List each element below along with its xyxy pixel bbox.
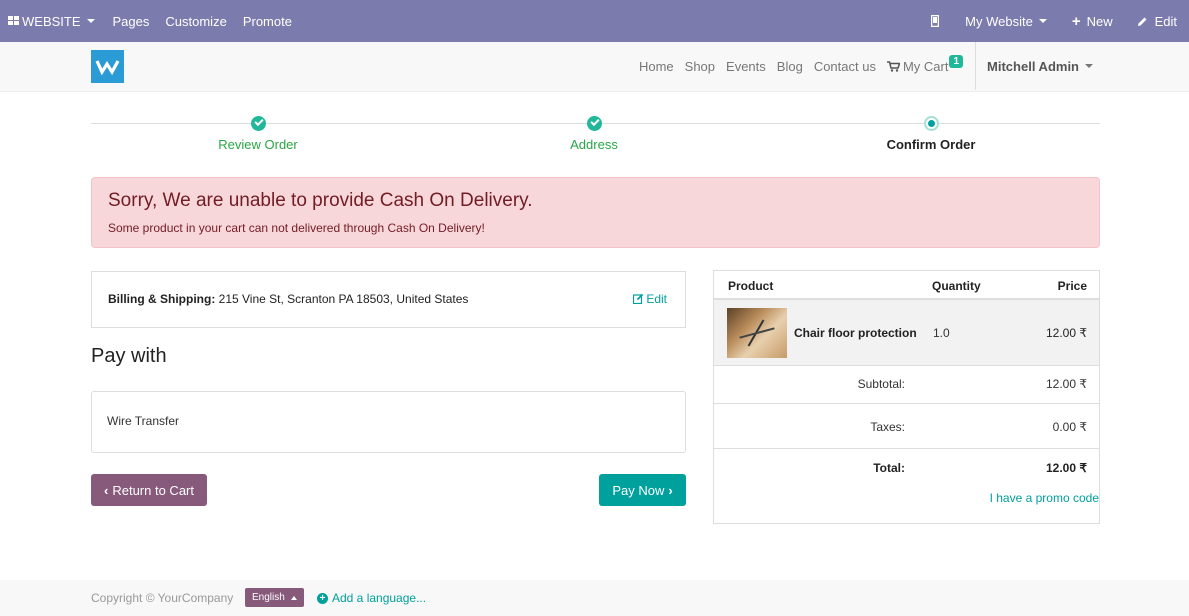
nav-contact[interactable]: Contact us xyxy=(814,59,876,74)
cart-count-badge: 1 xyxy=(949,54,964,68)
main-nav: Home Shop Events Blog Contact us My Cart… xyxy=(639,42,1093,90)
website-label: My Website xyxy=(965,13,1033,29)
checkout-progress: Review Order Address Confirm Order xyxy=(91,112,1100,162)
cart-icon xyxy=(886,60,900,72)
check-circle-icon xyxy=(586,116,602,131)
apps-menu-button[interactable]: WEBSITE xyxy=(8,0,95,42)
pay-now-button[interactable]: Pay Now › xyxy=(599,474,686,506)
apps-grid-icon xyxy=(8,16,19,25)
step-label: Confirm Order xyxy=(886,137,976,152)
chevron-down-icon xyxy=(86,19,95,23)
pay-with-heading: Pay with xyxy=(91,345,167,367)
footer: Copyright © YourCompany English + Add a … xyxy=(0,580,1189,616)
chevron-left-icon: ‹ xyxy=(104,482,109,498)
new-button[interactable]: + New xyxy=(1072,0,1113,42)
nav-shop[interactable]: Shop xyxy=(685,59,715,74)
product-name: Chair floor protection xyxy=(794,326,917,340)
logo-icon xyxy=(95,60,120,76)
divider xyxy=(714,403,1099,404)
taxes-label: Taxes: xyxy=(870,420,905,434)
app-label: WEBSITE xyxy=(22,13,81,29)
nav-home[interactable]: Home xyxy=(639,59,674,74)
payment-option-label: Wire Transfer xyxy=(107,414,180,428)
subtotal-value: 12.00 ₹ xyxy=(1046,377,1087,391)
product-image xyxy=(727,308,787,358)
edit-button[interactable]: Edit xyxy=(1137,0,1177,42)
col-product: Product xyxy=(728,279,774,293)
order-summary: Product Quantity Price Chair floor prote… xyxy=(713,270,1100,524)
nav-events[interactable]: Events xyxy=(726,59,766,74)
mobile-icon xyxy=(931,15,940,27)
mobile-preview-button[interactable] xyxy=(931,0,940,42)
site-header: Home Shop Events Blog Contact us My Cart… xyxy=(0,42,1189,92)
return-to-cart-button[interactable]: ‹ Return to Cart xyxy=(91,474,207,506)
language-label: English xyxy=(252,592,285,603)
chevron-up-icon xyxy=(290,595,297,600)
subtotal-label: Subtotal: xyxy=(857,377,905,391)
site-logo[interactable] xyxy=(91,50,124,83)
nav-blog[interactable]: Blog xyxy=(777,59,803,74)
website-switcher[interactable]: My Website xyxy=(965,0,1047,42)
step-review-order[interactable]: Review Order xyxy=(158,112,358,152)
check-circle-icon xyxy=(250,116,266,131)
new-label: New xyxy=(1086,13,1113,29)
language-selector[interactable]: English xyxy=(245,588,304,607)
total-label: Total: xyxy=(873,461,905,475)
add-language-label: Add a language... xyxy=(332,591,427,605)
user-menu[interactable]: Mitchell Admin xyxy=(975,42,1093,90)
add-language-link[interactable]: + Add a language... xyxy=(317,591,426,605)
step-confirm-order: Confirm Order xyxy=(831,112,1031,152)
promo-code-link[interactable]: I have a promo code xyxy=(990,491,1099,505)
step-label: Review Order xyxy=(218,137,298,152)
plus-icon: + xyxy=(1071,12,1081,30)
product-quantity: 1.0 xyxy=(933,326,950,340)
edit-label: Edit xyxy=(646,292,667,306)
table-row: Chair floor protection 1.0 12.00 ₹ xyxy=(714,300,1099,366)
plus-circle-icon: + xyxy=(317,592,328,604)
billing-label: Billing & Shipping: xyxy=(108,292,216,306)
error-alert: Sorry, We are unable to provide Cash On … xyxy=(91,177,1100,248)
edit-icon xyxy=(633,293,644,305)
summary-header: Product Quantity Price xyxy=(714,271,1099,300)
menu-pages[interactable]: Pages xyxy=(113,0,150,42)
edit-address-link[interactable]: Edit xyxy=(633,292,667,306)
chevron-right-icon: › xyxy=(668,482,673,498)
nav-cart[interactable]: My Cart 1 xyxy=(886,54,964,74)
return-label: Return to Cart xyxy=(112,482,194,498)
chevron-down-icon xyxy=(1038,19,1047,23)
alert-heading: Sorry, We are unable to provide Cash On … xyxy=(108,190,533,211)
user-label: Mitchell Admin xyxy=(987,58,1079,74)
payment-option-wire-transfer[interactable]: Wire Transfer xyxy=(91,391,686,453)
pay-label: Pay Now xyxy=(612,482,665,498)
col-price: Price xyxy=(1057,279,1087,293)
chevron-down-icon xyxy=(1085,64,1093,68)
edit-label: Edit xyxy=(1154,13,1177,29)
admin-bar: WEBSITE Pages Customize Promote My Websi… xyxy=(0,0,1189,42)
alert-message: Some product in your cart can not delive… xyxy=(108,221,485,235)
taxes-value: 0.00 ₹ xyxy=(1052,420,1087,434)
col-quantity: Quantity xyxy=(932,279,981,293)
menu-promote[interactable]: Promote xyxy=(243,0,292,42)
pencil-icon xyxy=(1137,17,1147,26)
step-label: Address xyxy=(570,137,618,152)
total-value: 12.00 ₹ xyxy=(1046,461,1087,475)
billing-shipping-card: Billing & Shipping: 215 Vine St, Scranto… xyxy=(91,271,686,328)
billing-address: 215 Vine St, Scranton PA 18503, United S… xyxy=(215,292,469,306)
product-price: 12.00 ₹ xyxy=(1046,326,1087,340)
cart-label: My Cart xyxy=(902,58,949,74)
menu-customize[interactable]: Customize xyxy=(165,0,226,42)
copyright-text: Copyright © YourCompany xyxy=(91,591,234,605)
divider xyxy=(714,448,1099,449)
step-address[interactable]: Address xyxy=(494,112,694,152)
current-step-icon xyxy=(923,116,939,131)
